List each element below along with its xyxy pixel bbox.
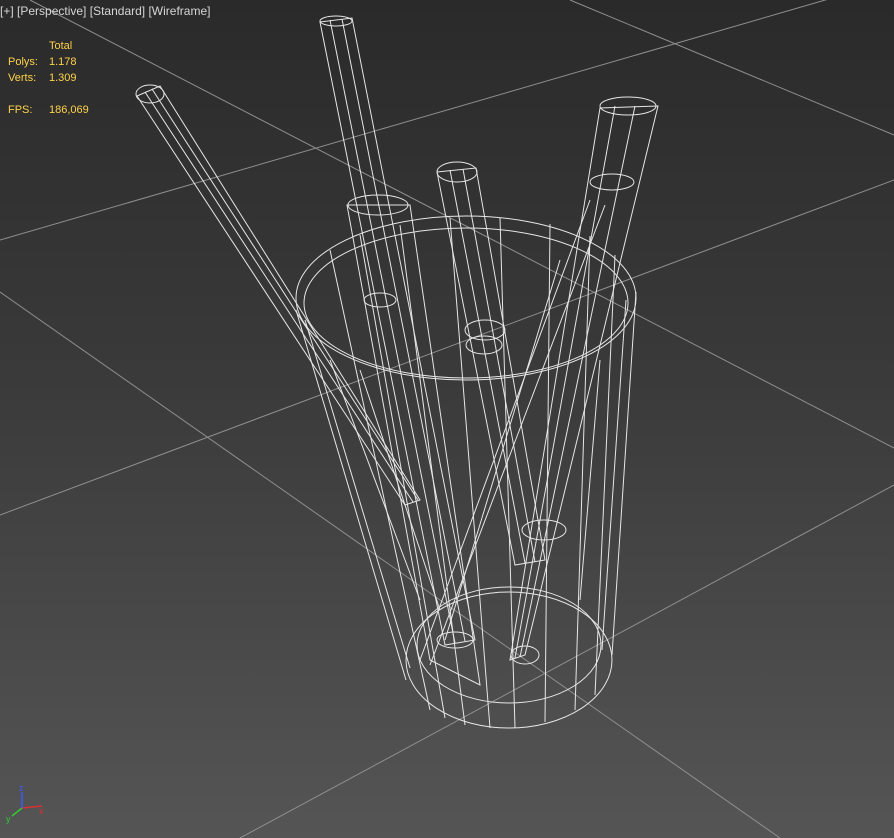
verts-label: Verts: xyxy=(8,72,37,84)
viewport-menu-display[interactable]: [Wireframe] xyxy=(148,4,210,18)
perspective-viewport[interactable]: [+] [Perspective] [Standard] [Wireframe]… xyxy=(0,0,894,838)
stats-row-verts: Verts: 1.309 xyxy=(8,70,89,86)
polys-label: Polys: xyxy=(8,56,38,68)
stats-overlay: Total Polys: 1.178 Verts: 1.309 FPS: 186… xyxy=(8,38,89,118)
viewport-menu-plus[interactable]: [+] xyxy=(0,4,14,18)
axis-z-label: z xyxy=(19,784,24,793)
verts-value: 1.309 xyxy=(49,72,77,84)
pencil-2 xyxy=(319,17,476,646)
glass-top-rim xyxy=(295,215,637,381)
viewport-menu-shading[interactable]: [Standard] xyxy=(90,4,145,18)
axis-y-label: y xyxy=(6,814,11,824)
viewport-label-bar: [+] [Perspective] [Standard] [Wireframe] xyxy=(0,4,210,18)
fps-label: FPS: xyxy=(8,104,33,116)
axis-gizmo-icon: x y z xyxy=(6,784,44,824)
fps-value: 186,069 xyxy=(49,104,89,116)
stats-row-polys: Polys: 1.178 xyxy=(8,54,89,70)
glass-bottom-rim xyxy=(405,591,613,729)
viewport-menu-perspective[interactable]: [Perspective] xyxy=(17,4,86,18)
pencil-4 xyxy=(509,105,659,661)
axis-x-label: x xyxy=(39,806,44,816)
stats-header: Total xyxy=(49,40,73,52)
stats-row-fps: FPS: 186,069 xyxy=(8,102,89,118)
polys-value: 1.178 xyxy=(49,56,77,68)
wireframe-glass-pencils xyxy=(135,15,659,729)
